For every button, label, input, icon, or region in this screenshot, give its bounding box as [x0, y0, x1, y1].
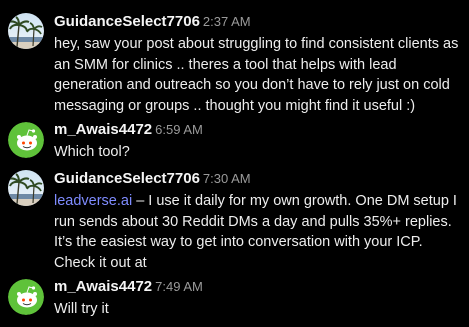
message-text: Will try it [54, 301, 109, 317]
message-text: Which tool? [54, 144, 130, 160]
message-timestamp: 2:37 AM [202, 14, 251, 29]
message-username[interactable]: m_Awais4472 [54, 278, 152, 295]
message-username[interactable]: GuidanceSelect7706 [54, 170, 200, 187]
leadverse-link[interactable]: leadverse.ai [54, 193, 132, 209]
message-timestamp: 7:49 AM [155, 279, 203, 294]
snoo-avatar-icon[interactable] [8, 279, 44, 315]
message-username[interactable]: m_Awais4472 [54, 121, 152, 138]
message-timestamp: 7:30 AM [202, 171, 251, 186]
beach-avatar-icon[interactable] [8, 170, 44, 206]
message-username[interactable]: GuidanceSelect7706 [54, 13, 200, 30]
snoo-avatar-icon[interactable] [8, 122, 44, 158]
message-text: leadverse.ai – I use it daily for my own… [54, 191, 464, 273]
chat-thread: GuidanceSelect7706 2:37 AM hey, saw your … [0, 0, 469, 327]
message-timestamp: 6:59 AM [155, 122, 203, 137]
beach-avatar-icon[interactable] [8, 13, 44, 49]
message-text: hey, saw your post about struggling to f… [54, 36, 459, 114]
